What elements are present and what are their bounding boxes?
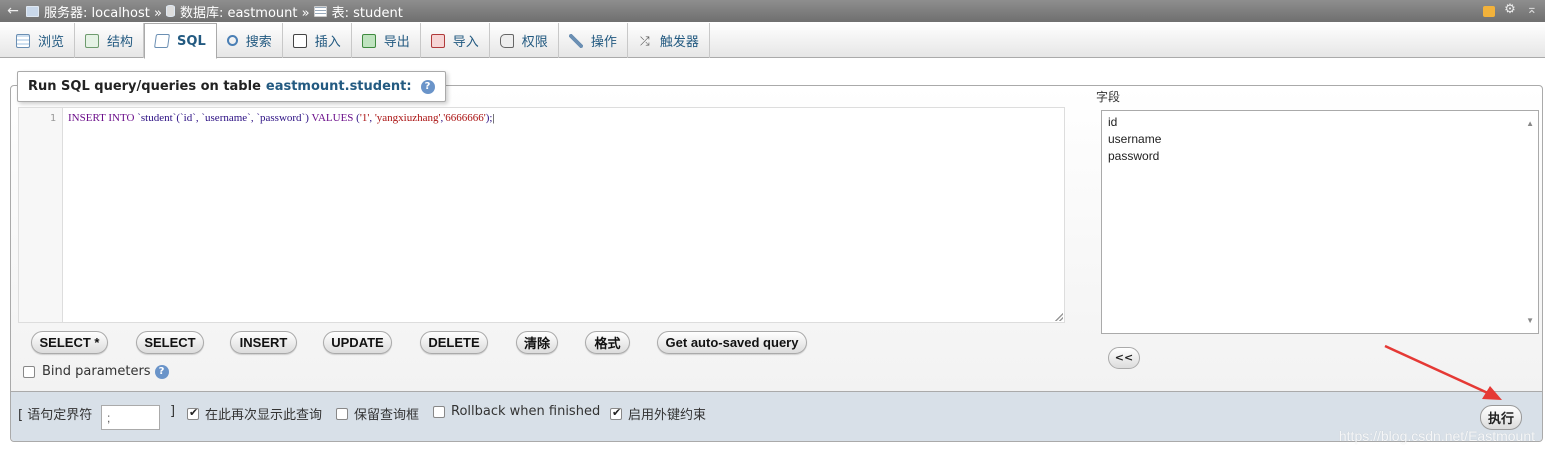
- watermark: https://blog.csdn.net/Eastmount: [1338, 428, 1535, 444]
- annotation-arrow-icon: [1384, 344, 1502, 400]
